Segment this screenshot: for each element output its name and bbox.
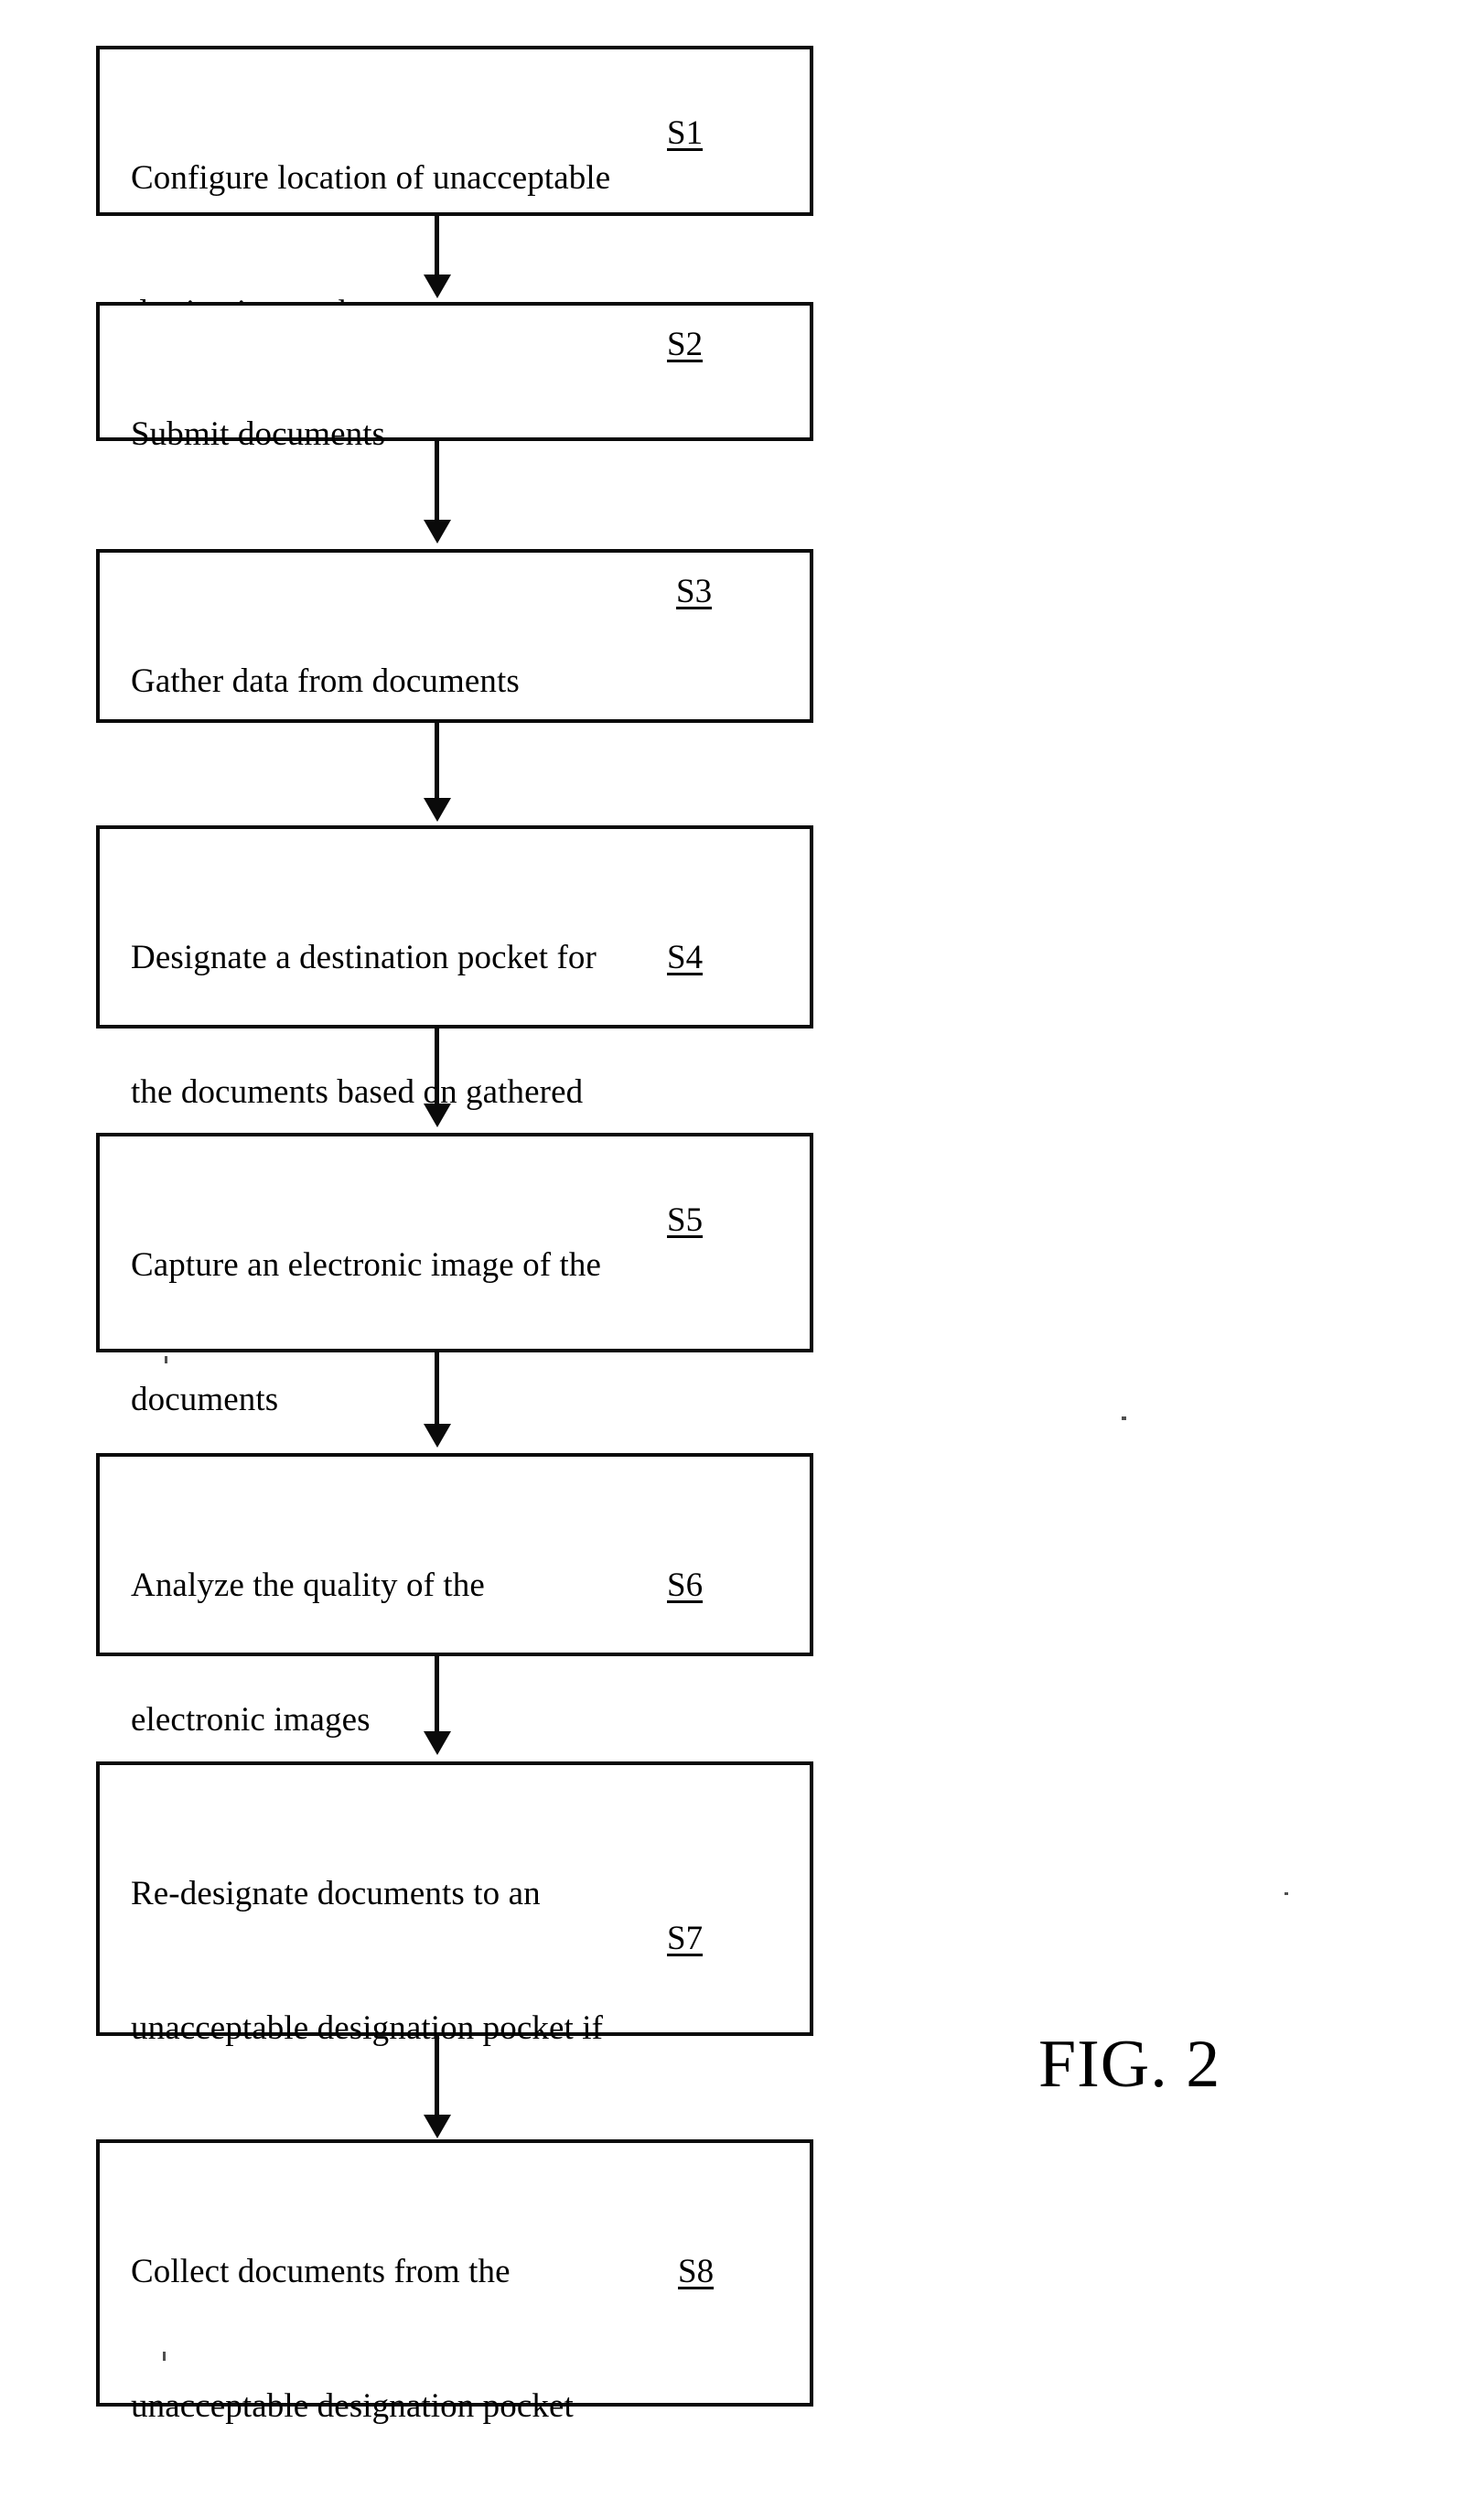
step-tag-s4: S4 xyxy=(667,939,704,976)
step-tag-s5: S5 xyxy=(667,1201,704,1239)
node-s6-line-1: electronic images xyxy=(131,1701,371,1739)
step-tag-s7: S7 xyxy=(667,1920,704,1957)
step-tag-s1: S1 xyxy=(667,114,704,152)
node-s2-line-0: Submit documents xyxy=(131,415,386,453)
flowchart-node-s7: Re-designate documents to an unacceptabl… xyxy=(96,1761,813,2316)
node-s5-line-0: Capture an electronic image of the xyxy=(131,1246,601,1284)
node-s5-line-1: documents xyxy=(131,1381,279,1418)
step-tag-s6: S6 xyxy=(667,1567,704,1604)
flowchart-node-s3: Gather data from documents S3 xyxy=(96,549,813,723)
patent-figure-page: Configure location of unacceptable desti… xyxy=(0,0,1462,2520)
flowchart-node-s4: Designate a destination pocket for the d… xyxy=(96,825,813,1245)
arrowhead-s6-s7 xyxy=(424,1731,451,1755)
arrowhead-s2-s3 xyxy=(424,520,451,544)
scan-speck xyxy=(1285,1892,1288,1895)
node-s7-line-1: unacceptable designation pocket if xyxy=(131,2009,604,2047)
step-tag-s3: S3 xyxy=(676,573,713,610)
step-tag-s2: S2 xyxy=(667,326,704,363)
scan-speck xyxy=(165,1356,167,1363)
step-tag-s8: S8 xyxy=(678,2253,715,2290)
arrowhead-s5-s6 xyxy=(424,1424,451,1448)
figure-label: FIG. 2 xyxy=(1038,2027,1221,2102)
flowchart-node-s1: Configure location of unacceptable desti… xyxy=(96,46,813,331)
scan-speck xyxy=(163,2352,166,2361)
arrowhead-s1-s2 xyxy=(424,275,451,298)
arrowhead-s3-s4 xyxy=(424,798,451,822)
node-s8-line-1: unacceptable designation pocket xyxy=(131,2387,574,2425)
node-s7-line-0: Re-designate documents to an xyxy=(131,1875,541,1912)
connector-s2-s3 xyxy=(435,441,439,525)
connector-s1-s2 xyxy=(435,216,439,280)
flowchart-node-s8-text: Collect documents from the unacceptable … xyxy=(131,2159,797,2520)
arrowhead-s4-s5 xyxy=(424,1104,451,1127)
connector-s4-s5 xyxy=(435,1028,439,1109)
node-s1-line-0: Configure location of unacceptable xyxy=(131,159,611,197)
connector-s3-s4 xyxy=(435,723,439,803)
flowchart-node-s6: Analyze the quality of the electronic im… xyxy=(96,1453,813,1739)
flowchart-node-s2: Submit documents S2 xyxy=(96,302,813,453)
connector-s5-s6 xyxy=(435,1352,439,1427)
flowchart-node-s8: Collect documents from the unacceptable … xyxy=(96,2139,813,2425)
flowchart-node-s5: Capture an electronic image of the docum… xyxy=(96,1133,813,1418)
node-s4-line-1: the documents based on gathered xyxy=(131,1073,584,1111)
connector-s6-s7 xyxy=(435,1656,439,1737)
scan-speck xyxy=(1122,1416,1126,1420)
arrowhead-s7-s8 xyxy=(424,2115,451,2138)
node-s3-line-0: Gather data from documents xyxy=(131,662,520,700)
connector-s7-s8 xyxy=(435,2036,439,2120)
